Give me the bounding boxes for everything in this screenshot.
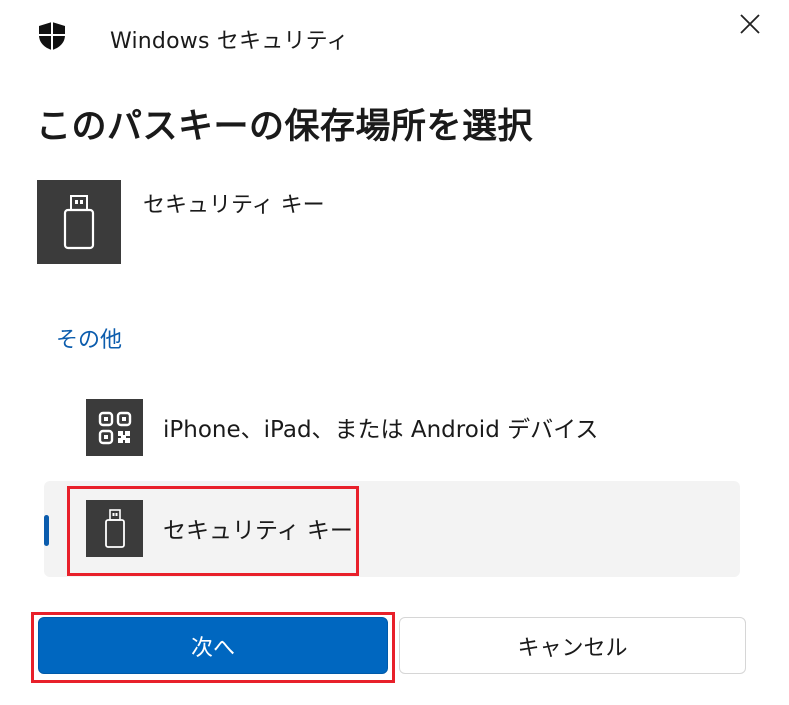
app-title: Windows セキュリティ	[110, 29, 349, 54]
option-phone-device[interactable]: iPhone、iPad、または Android デバイス	[44, 380, 740, 476]
primary-option-label: セキュリティ キー	[143, 193, 325, 218]
highlight-box	[67, 486, 359, 576]
qr-code-icon	[86, 399, 143, 456]
title-bar: Windows セキュリティ	[0, 0, 789, 76]
close-button[interactable]	[728, 6, 772, 42]
other-section-header: その他	[56, 328, 123, 353]
shield-icon	[37, 21, 67, 51]
selection-indicator	[44, 515, 49, 546]
option-label: iPhone、iPad、または Android デバイス	[163, 417, 599, 443]
cancel-button[interactable]: キャンセル	[399, 617, 746, 674]
primary-option-security-key: セキュリティ キー	[37, 180, 727, 264]
dialog-heading: このパスキーの保存場所を選択	[36, 107, 534, 147]
usb-key-icon	[37, 180, 121, 264]
highlight-box	[31, 612, 395, 683]
close-icon	[740, 14, 760, 34]
